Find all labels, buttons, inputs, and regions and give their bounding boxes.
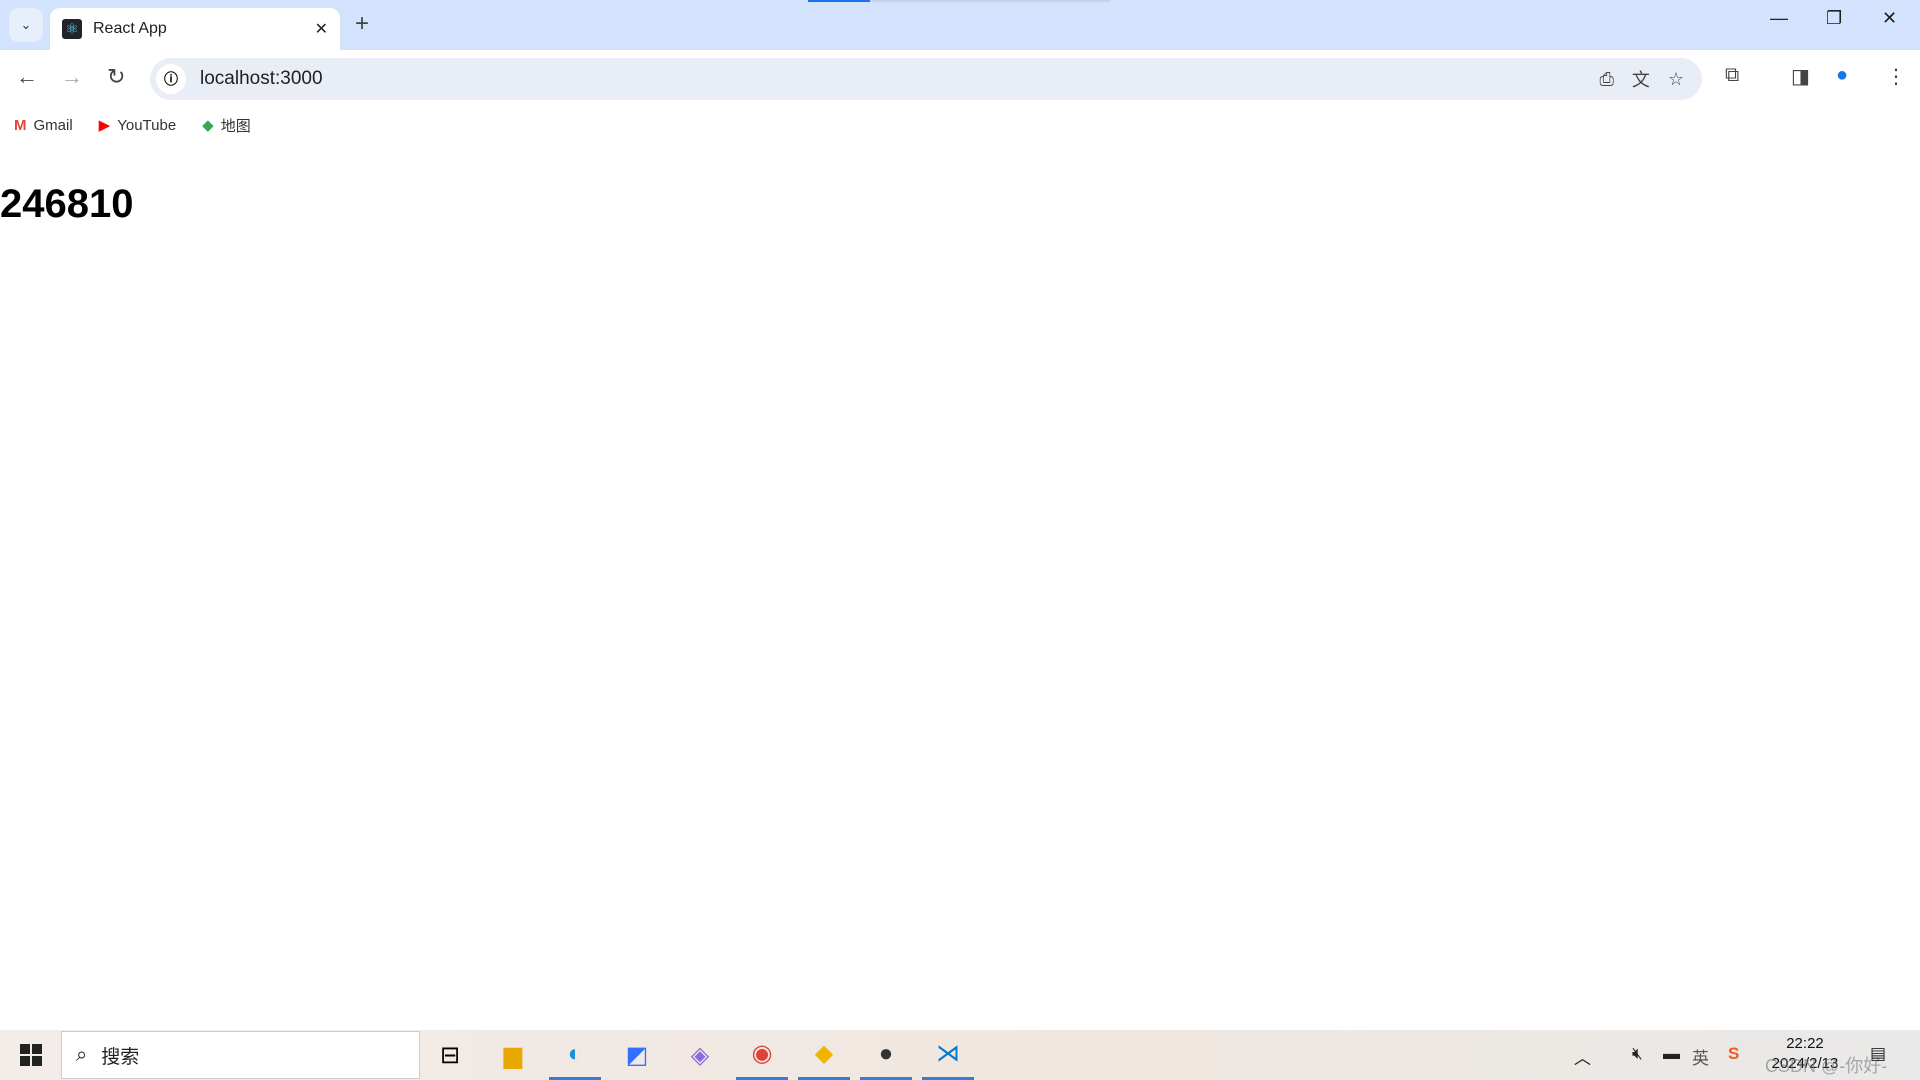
tab-react-app[interactable]: ⚛ React App ✕	[50, 8, 340, 50]
profile-avatar[interactable]: ●	[1836, 64, 1848, 87]
site-info-icon[interactable]: ⓘ	[156, 64, 186, 94]
chrome-icon[interactable]: ◉	[736, 1030, 788, 1080]
react-logo-icon: ⚛	[62, 19, 82, 39]
new-tab-button[interactable]: +	[355, 10, 369, 38]
avatar-app-icon[interactable]: ●	[860, 1030, 912, 1080]
back-button[interactable]: ←	[16, 64, 38, 90]
windows-start-icon[interactable]	[20, 1044, 42, 1066]
browser-toolbar: ← → ↻ ⓘ localhost:3000 ⎙ 文 ☆ ⧉ ◨ ● ⋮	[0, 50, 1920, 102]
tab-title: React App	[93, 20, 167, 37]
forward-button[interactable]: →	[61, 64, 83, 90]
bookmark-maps[interactable]: ◆ 地图	[202, 115, 251, 136]
vscode-icon[interactable]: ⋊	[922, 1030, 974, 1080]
copilot-icon[interactable]: ◈	[674, 1030, 726, 1080]
show-hidden-icons[interactable]: ︿	[1574, 1044, 1591, 1069]
loading-track	[870, 0, 1110, 2]
clock-time: 22:22	[1786, 1035, 1824, 1052]
search-placeholder: 搜索	[101, 1046, 140, 1068]
address-bar[interactable]: ⓘ localhost:3000 ⎙ 文 ☆	[150, 58, 1702, 100]
tab-search-button[interactable]: ⌄	[9, 8, 43, 42]
loading-indicator	[808, 0, 870, 2]
ime-indicator[interactable]: 英	[1692, 1044, 1709, 1069]
task-view-icon[interactable]: ⊟	[424, 1030, 476, 1080]
page-heading: 246810	[0, 182, 134, 226]
install-app-icon[interactable]: ⎙	[1599, 69, 1613, 90]
volume-muted-icon[interactable]: 🔇︎	[1632, 1044, 1643, 1064]
bookmark-youtube[interactable]: ▶ YouTube	[98, 116, 177, 135]
bookmark-label: 地图	[220, 117, 251, 135]
gmail-icon: M	[14, 116, 27, 134]
sogou-ime-icon[interactable]: S	[1728, 1044, 1739, 1064]
battery-icon[interactable]: ▬	[1663, 1044, 1680, 1064]
translate-icon[interactable]: 文	[1632, 66, 1650, 92]
close-tab-icon[interactable]: ✕	[315, 19, 328, 39]
bookmark-label: YouTube	[117, 116, 177, 134]
bookmark-label: Gmail	[33, 116, 73, 134]
maps-icon: ◆	[202, 117, 214, 134]
watermark: CSDN @-你好-	[1765, 1056, 1888, 1076]
minimize-button[interactable]: —	[1770, 8, 1788, 29]
bookmark-gmail[interactable]: M Gmail	[14, 117, 73, 134]
notification-center-icon[interactable]: ▤	[1870, 1044, 1886, 1064]
url-text[interactable]: localhost:3000	[200, 68, 1599, 90]
feishu-icon[interactable]: ◩	[611, 1030, 663, 1080]
bookmark-star-icon[interactable]: ☆	[1668, 69, 1684, 90]
youtube-icon: ▶	[98, 117, 111, 134]
tab-strip: ⌄ ⚛ React App ✕ + — ❐ ✕	[0, 0, 1920, 50]
sunlogin-icon[interactable]: ◆	[798, 1030, 850, 1080]
file-explorer-icon[interactable]: ▆	[487, 1030, 539, 1080]
edge-icon[interactable]: ◐	[549, 1030, 601, 1080]
extensions-icon[interactable]: ⧉	[1725, 64, 1739, 87]
close-window-button[interactable]: ✕	[1882, 8, 1897, 29]
taskbar: ⌕ 搜索 ⊟ ▆ ◐ ◩ ◈ ◉ ◆ ● ⋊ ︿ 🔇︎ ▬ 英 S 22:22 2…	[0, 1030, 1920, 1080]
restore-button[interactable]: ❐	[1826, 8, 1842, 29]
search-icon: ⌕	[76, 1043, 88, 1066]
side-panel-icon[interactable]: ◨	[1791, 64, 1810, 89]
bookmarks-bar: M Gmail ▶ YouTube ◆ 地图	[0, 108, 263, 142]
reload-button[interactable]: ↻	[107, 64, 125, 90]
menu-icon[interactable]: ⋮	[1886, 64, 1906, 89]
taskbar-search[interactable]: ⌕ 搜索	[61, 1031, 420, 1079]
